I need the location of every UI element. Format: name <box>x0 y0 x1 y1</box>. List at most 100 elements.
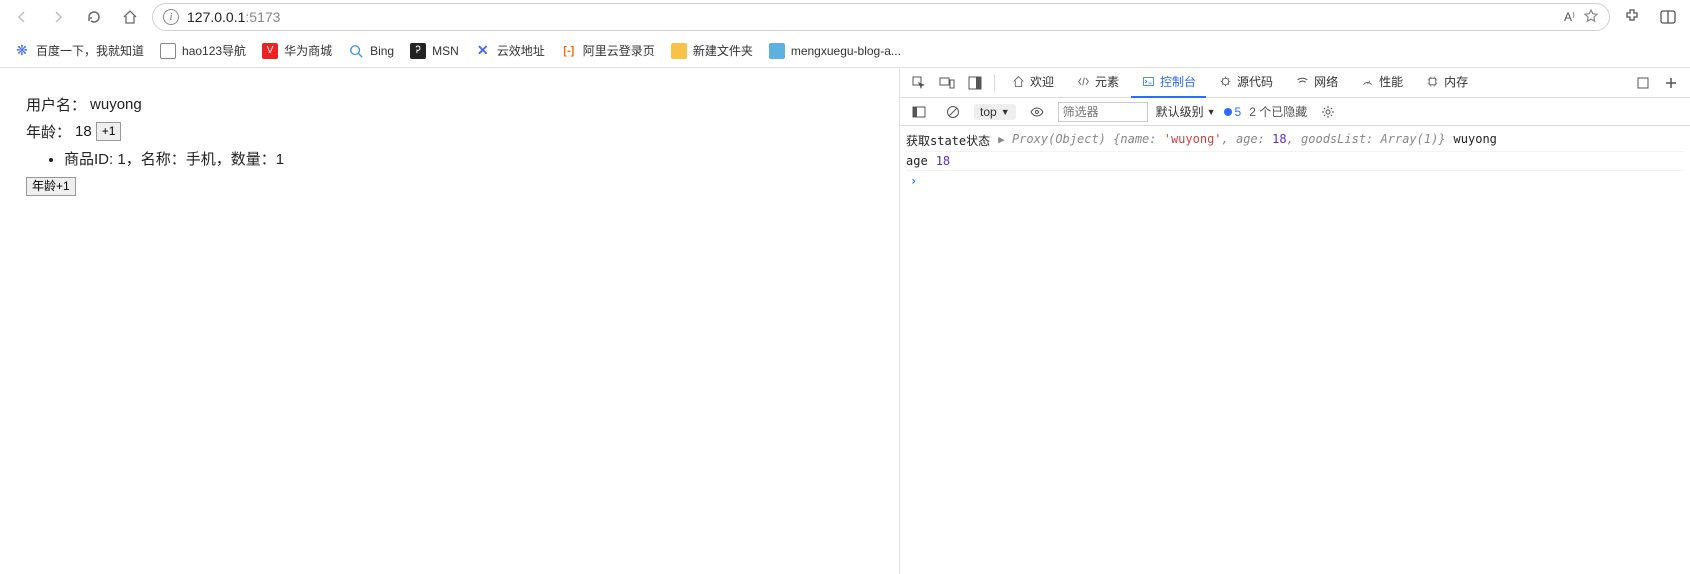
main-split: 用户名： wuyong 年龄： 18 +1 商品ID: 1，名称：手机，数量：1… <box>0 68 1690 574</box>
refresh-button[interactable] <box>80 3 108 31</box>
issue-count: 5 <box>1235 105 1242 119</box>
bookmark-label: mengxuegu-blog-a... <box>791 44 901 58</box>
console-output: 获取state状态 ▶ Proxy(Object) {name: 'wuyong… <box>900 126 1690 574</box>
goods-value: Array(1) <box>1381 132 1439 146</box>
log-tail: wuyong <box>1454 132 1497 146</box>
user-value: wuyong <box>90 96 142 113</box>
age-value: 18 <box>1272 132 1286 146</box>
console-line: age 18 <box>906 152 1684 171</box>
tab-label: 控制台 <box>1160 73 1196 90</box>
tab-network[interactable]: 网络 <box>1285 68 1348 98</box>
plus-one-button[interactable]: +1 <box>96 122 122 141</box>
goods-list: 商品ID: 1，名称：手机，数量：1 <box>64 148 873 169</box>
address-bar[interactable]: i 127.0.0.1:5173 A⁾ <box>152 3 1610 31</box>
home-button[interactable] <box>116 3 144 31</box>
context-label: top <box>980 105 997 119</box>
tab-label: 网络 <box>1314 73 1338 90</box>
age-plus-button[interactable]: 年龄+1 <box>26 177 76 196</box>
goods-key: , goodsList: <box>1287 132 1374 146</box>
goods-id: 1 <box>117 151 125 168</box>
bookmark-blog[interactable]: mengxuegu-blog-a... <box>769 43 901 59</box>
folder-icon <box>671 43 687 59</box>
clear-console-icon[interactable] <box>940 99 966 125</box>
eye-icon[interactable] <box>1024 99 1050 125</box>
log-value: 18 <box>936 154 950 168</box>
bookmark-bing[interactable]: Bing <box>348 43 394 59</box>
inspect-icon[interactable] <box>906 70 932 96</box>
goods-name-label: ，名称： <box>126 151 186 168</box>
device-toggle-icon[interactable] <box>934 70 960 96</box>
log-label: 获取state状态 <box>906 132 990 149</box>
age-key: , age: <box>1222 132 1265 146</box>
url-text: 127.0.0.1:5173 <box>187 9 1556 25</box>
page-icon <box>160 43 176 59</box>
context-selector[interactable]: top ▼ <box>974 104 1016 120</box>
tab-console[interactable]: 控制台 <box>1131 68 1206 98</box>
tab-performance[interactable]: 性能 <box>1350 68 1413 98</box>
bookmark-baidu[interactable]: ❋ 百度一下，我就知道 <box>14 42 144 59</box>
sidebar-toggle-icon[interactable] <box>906 99 932 125</box>
settings-icon[interactable] <box>1315 99 1341 125</box>
chip-icon <box>1425 75 1439 89</box>
console-prompt[interactable]: › <box>906 171 1684 191</box>
bookmark-label: MSN <box>432 44 459 58</box>
huawei-icon: V <box>262 43 278 59</box>
proxy-type: Proxy(Object) <box>1012 132 1106 146</box>
goods-id-label: 商品ID: <box>64 151 113 168</box>
log-object[interactable]: ▶ Proxy(Object) {name: 'wuyong', age: 18… <box>998 132 1445 146</box>
extensions-button[interactable] <box>1618 3 1646 31</box>
tab-welcome[interactable]: 欢迎 <box>1001 68 1064 98</box>
obj-close: } <box>1438 132 1445 146</box>
read-aloud-icon[interactable]: A⁾ <box>1564 10 1575 24</box>
blog-icon <box>769 43 785 59</box>
yunxiao-icon: ✕ <box>475 43 491 59</box>
bookmark-huawei[interactable]: V 华为商城 <box>262 42 332 59</box>
bookmark-label: Bing <box>370 44 394 58</box>
tab-elements[interactable]: 元素 <box>1066 68 1129 98</box>
tab-label: 性能 <box>1379 73 1403 90</box>
bookmark-aliyun[interactable]: [-] 阿里云登录页 <box>561 42 655 59</box>
chevron-down-icon: ▼ <box>1207 107 1216 117</box>
back-button[interactable] <box>8 3 36 31</box>
favorite-icon[interactable] <box>1583 8 1599 27</box>
age-row: 年龄： 18 +1 <box>26 121 873 142</box>
bookmark-yunxiao[interactable]: ✕ 云效地址 <box>475 42 545 59</box>
issue-dot-icon <box>1224 108 1232 116</box>
bookmark-msn[interactable]: Ꭾ MSN <box>410 43 459 59</box>
bookmark-label: 云效地址 <box>497 42 545 59</box>
filter-input[interactable] <box>1058 102 1148 122</box>
bookmark-label: 华为商城 <box>284 42 332 59</box>
issues-badge[interactable]: 5 <box>1224 105 1242 119</box>
bookmark-label: hao123导航 <box>182 42 246 59</box>
add-tab-icon[interactable] <box>1658 70 1684 96</box>
bing-icon <box>348 43 364 59</box>
dock-side-icon[interactable] <box>962 70 988 96</box>
devtools-tabs: 欢迎 元素 控制台 源代码 网络 性能 <box>900 68 1690 98</box>
home-icon <box>1011 75 1025 89</box>
console-toolbar: top ▼ 默认级别 ▼ 5 2 个已隐藏 <box>900 98 1690 126</box>
aliyun-icon: [-] <box>561 43 577 59</box>
tab-label: 内存 <box>1444 73 1468 90</box>
name-value: 'wuyong' <box>1164 132 1222 146</box>
tab-overflow-icon[interactable] <box>1630 70 1656 96</box>
url-host: 127.0.0.1 <box>187 9 245 25</box>
hidden-count: 2 个已隐藏 <box>1249 103 1307 120</box>
tab-memory[interactable]: 内存 <box>1415 68 1478 98</box>
wifi-icon <box>1295 75 1309 89</box>
expand-icon[interactable]: ▶ <box>998 133 1005 146</box>
chevron-down-icon: ▼ <box>1001 107 1010 117</box>
bookmark-label: 新建文件夹 <box>693 42 753 59</box>
bookmark-folder[interactable]: 新建文件夹 <box>671 42 753 59</box>
baidu-icon: ❋ <box>14 43 30 59</box>
tab-sources[interactable]: 源代码 <box>1208 68 1283 98</box>
log-level-selector[interactable]: 默认级别 ▼ <box>1156 103 1216 120</box>
bookmark-hao123[interactable]: hao123导航 <box>160 42 246 59</box>
msn-icon: Ꭾ <box>410 43 426 59</box>
split-screen-button[interactable] <box>1654 3 1682 31</box>
site-info-icon[interactable]: i <box>163 9 179 25</box>
divider <box>994 74 995 92</box>
forward-button[interactable] <box>44 3 72 31</box>
tab-label: 元素 <box>1095 73 1119 90</box>
gauge-icon <box>1360 75 1374 89</box>
code-icon <box>1076 75 1090 89</box>
